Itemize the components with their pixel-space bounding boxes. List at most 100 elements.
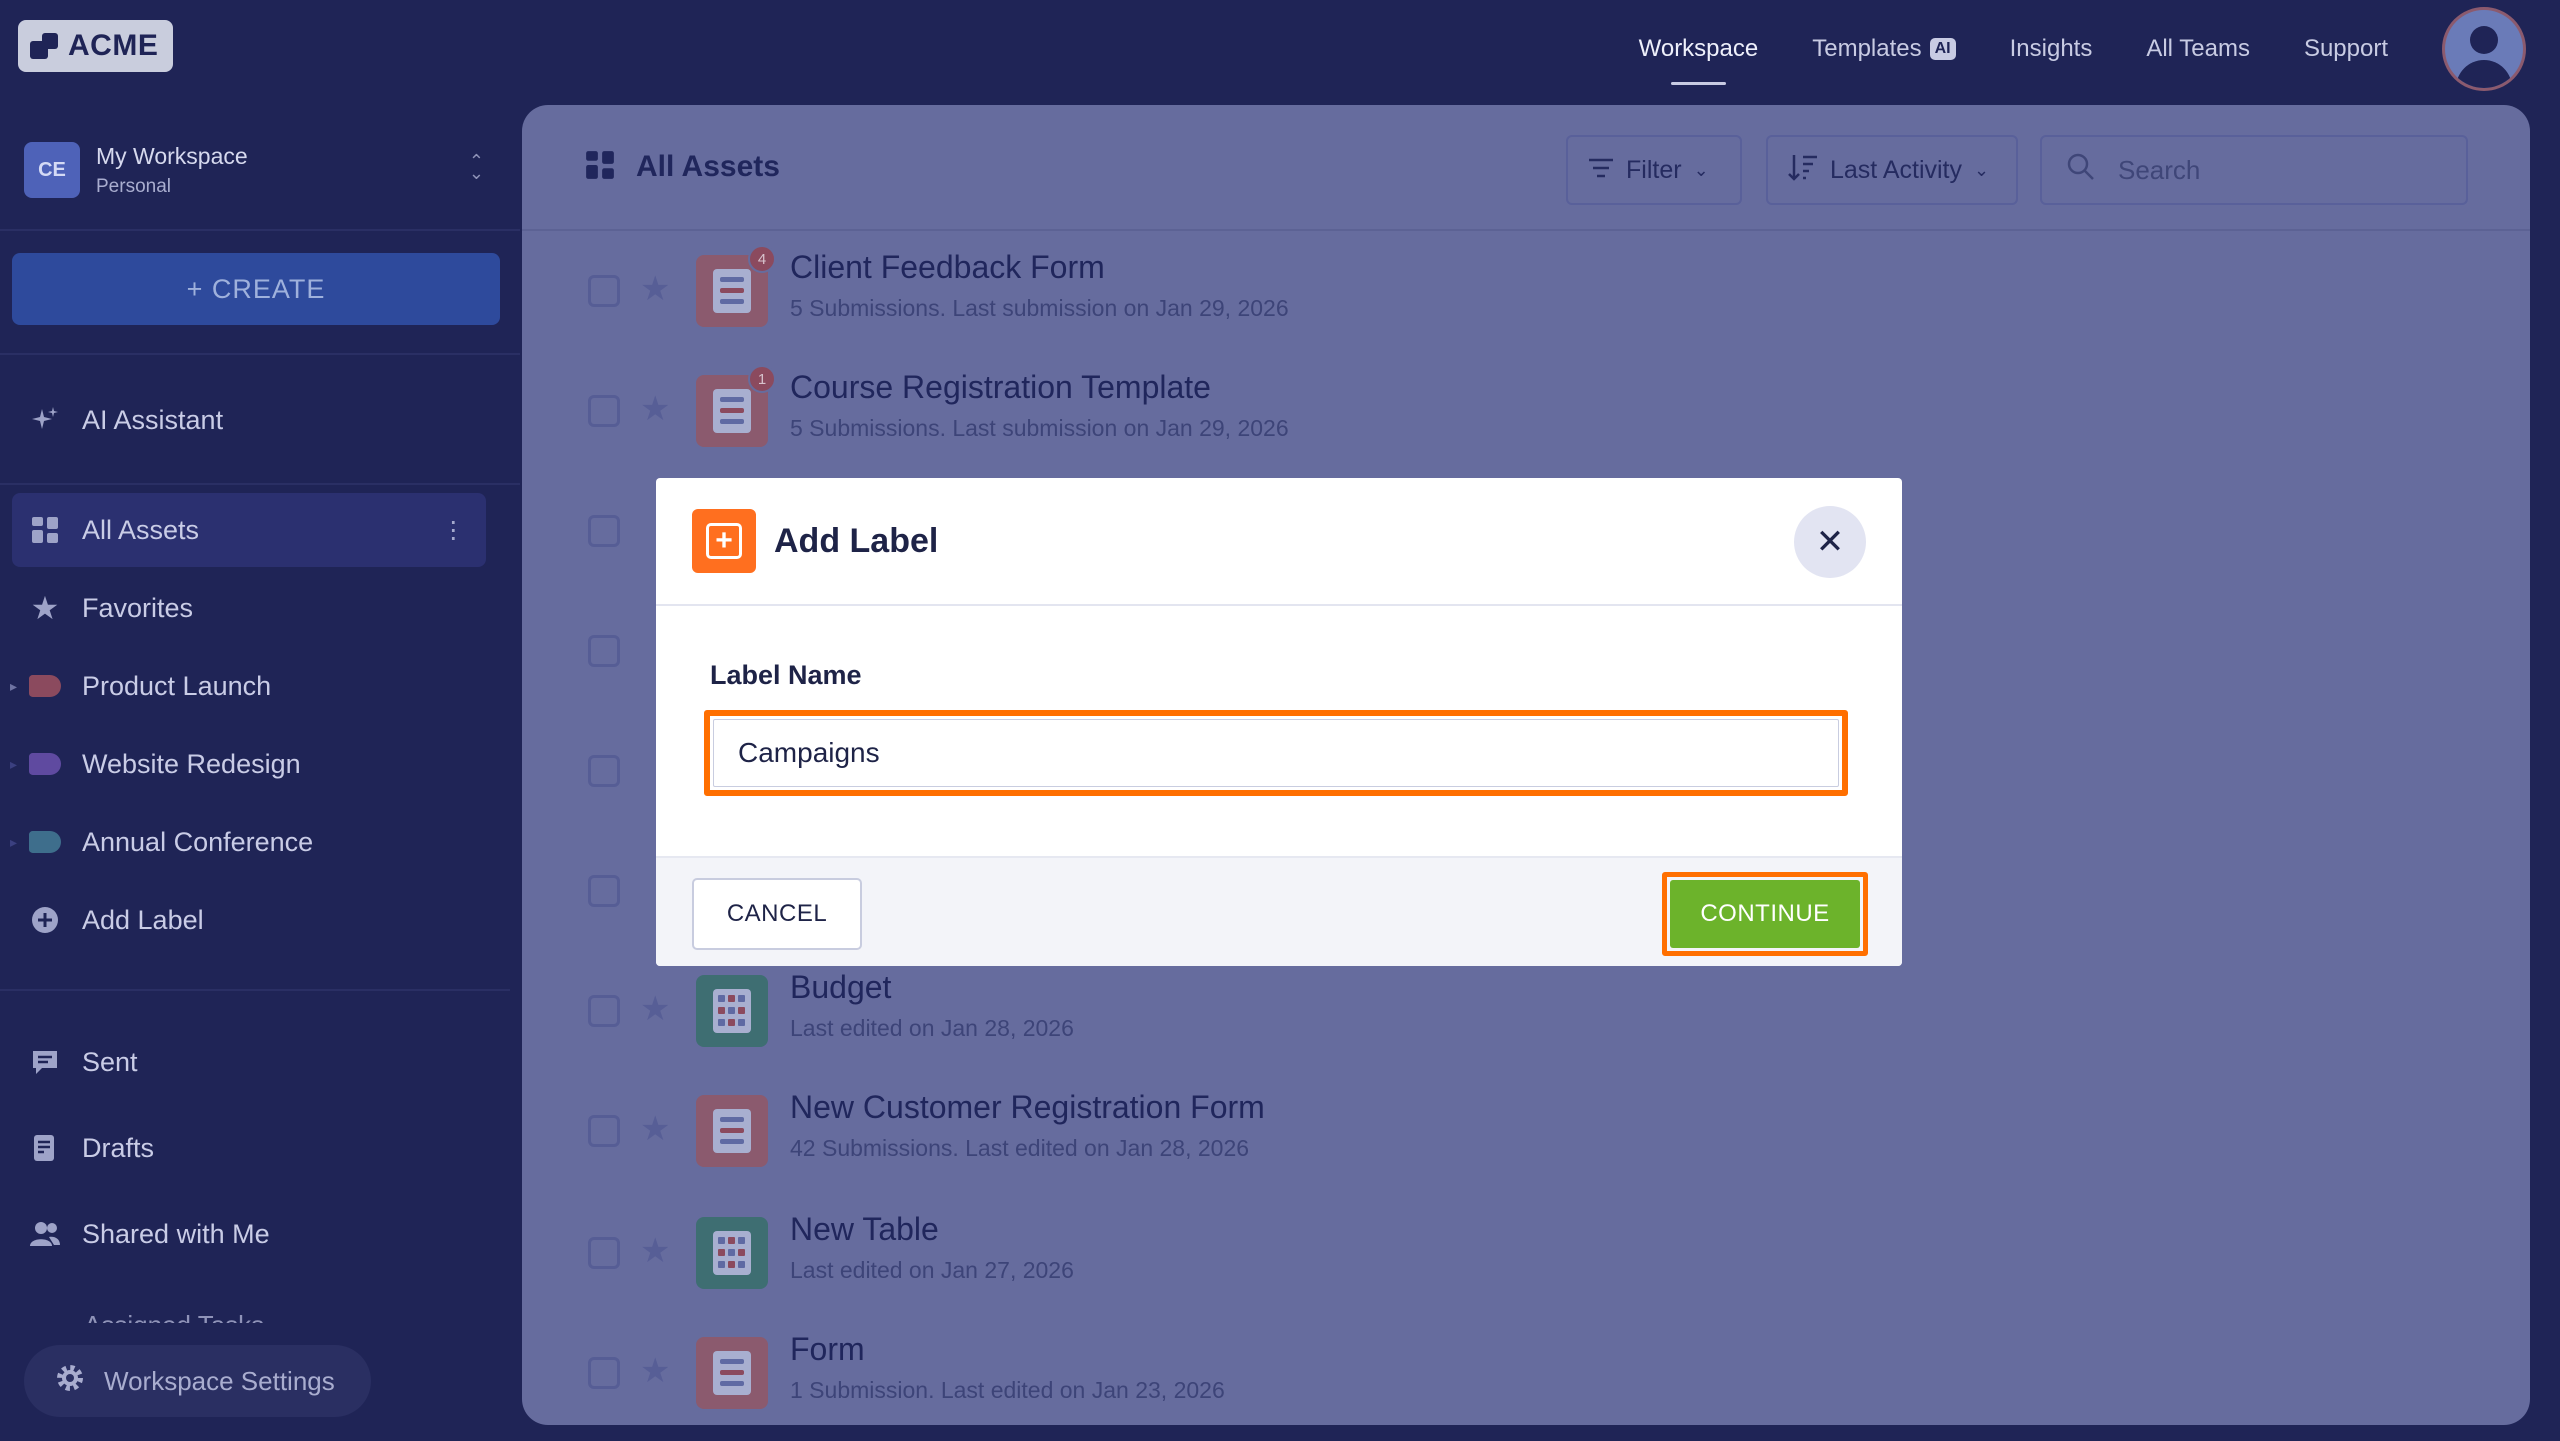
sidebar-item-assigned-tasks[interactable]: Assigned Tasks (84, 1303, 264, 1323)
users-icon (28, 1217, 62, 1251)
continue-button[interactable]: CONTINUE (1670, 880, 1860, 948)
workspace-settings-label: Workspace Settings (104, 1365, 335, 1396)
sidebar-item-label: Shared with Me (82, 1218, 270, 1249)
favorite-star-icon[interactable]: ★ (640, 269, 670, 309)
row-checkbox[interactable] (588, 1237, 620, 1269)
favorite-star-icon[interactable]: ★ (640, 989, 670, 1029)
row-checkbox[interactable] (588, 995, 620, 1027)
asset-title[interactable]: Budget (790, 969, 891, 1006)
asset-title[interactable]: Form (790, 1331, 865, 1368)
tag-icon (28, 669, 62, 703)
asset-title[interactable]: New Customer Registration Form (790, 1089, 1265, 1126)
asset-row[interactable]: ★ 4 Client Feedback Form 5 Submissions. … (522, 231, 2530, 351)
caret-right-icon[interactable]: ▸ (10, 678, 17, 695)
asset-meta: 5 Submissions. Last submission on Jan 29… (790, 415, 1289, 441)
nav-support[interactable]: Support (2304, 35, 2388, 63)
caret-right-icon[interactable]: ▸ (10, 834, 17, 851)
user-avatar[interactable] (2442, 7, 2526, 91)
continue-highlight: CONTINUE (1662, 872, 1868, 956)
filter-icon (1588, 156, 1614, 185)
sidebar-item-label: Sent (82, 1046, 138, 1077)
asset-meta: 42 Submissions. Last edited on Jan 28, 2… (790, 1135, 1250, 1161)
divider (0, 989, 510, 991)
ai-assistant-label: AI Assistant (82, 404, 224, 435)
divider (0, 483, 520, 485)
form-icon (696, 1337, 768, 1409)
sidebar-item-product-launch[interactable]: ▸ Product Launch (10, 649, 486, 723)
chevron-down-icon: ⌄ (1974, 159, 1990, 180)
workspace-badge: CE (24, 142, 80, 198)
tag-icon (28, 747, 62, 781)
sidebar: CE My Workspace Personal ⌃ ⌄ + CREATE AI … (0, 105, 520, 1441)
notification-badge: 4 (748, 245, 776, 273)
asset-row[interactable]: ★ New Table Last edited on Jan 27, 2026 (522, 1193, 2530, 1313)
top-navigation: Workspace Templates AI Insights All Team… (1639, 0, 2560, 98)
grid-icon (584, 149, 616, 186)
asset-row[interactable]: ★ Budget Last edited on Jan 28, 2026 (522, 951, 2530, 1071)
row-checkbox[interactable] (588, 635, 620, 667)
divider (0, 353, 520, 355)
sort-label: Last Activity (1830, 155, 1962, 184)
acme-logo[interactable]: ACME (18, 20, 173, 72)
cancel-button[interactable]: CANCEL (692, 878, 862, 950)
sidebar-item-website-redesign[interactable]: ▸ Website Redesign (10, 727, 486, 801)
workspace-name: My Workspace (96, 142, 248, 169)
workspace-settings-button[interactable]: Workspace Settings (24, 1345, 371, 1417)
star-icon: ★ (30, 590, 60, 626)
favorite-star-icon[interactable]: ★ (640, 1231, 670, 1271)
asset-title[interactable]: Client Feedback Form (790, 249, 1105, 286)
sidebar-item-all-assets[interactable]: All Assets · · · (12, 493, 486, 567)
row-checkbox[interactable] (588, 875, 620, 907)
favorite-star-icon[interactable]: ★ (640, 1109, 670, 1149)
table-icon (696, 975, 768, 1047)
sidebar-item-annual-conference[interactable]: ▸ Annual Conference (10, 805, 486, 879)
sidebar-item-shared-with-me[interactable]: Shared with Me (12, 1197, 486, 1271)
ai-assistant[interactable]: AI Assistant (12, 383, 486, 457)
nav-templates-label: Templates (1812, 35, 1922, 62)
logo-text: ACME (68, 29, 159, 62)
create-button[interactable]: + CREATE (12, 253, 500, 325)
sidebar-item-add-label[interactable]: Add Label (12, 883, 486, 957)
kebab-menu-icon[interactable]: · · · (449, 507, 458, 551)
add-label-icon: + (692, 509, 756, 573)
nav-workspace[interactable]: Workspace (1639, 35, 1758, 85)
label-name-input[interactable] (713, 719, 1839, 787)
row-checkbox[interactable] (588, 395, 620, 427)
tag-swatch (29, 753, 61, 775)
asset-title[interactable]: New Table (790, 1211, 939, 1248)
ai-badge: AI (1929, 38, 1956, 60)
nav-templates[interactable]: Templates AI (1812, 35, 1956, 63)
main-header: All Assets Filter ⌄ Last Activity ⌄ Sear… (522, 105, 2530, 231)
nav-insights[interactable]: Insights (2010, 35, 2093, 63)
row-checkbox[interactable] (588, 1357, 620, 1389)
row-checkbox[interactable] (588, 755, 620, 787)
sidebar-item-favorites[interactable]: ★ Favorites (12, 571, 486, 645)
asset-row[interactable]: ★ Form 1 Submission. Last edited on Jan … (522, 1313, 2530, 1425)
asset-row[interactable]: ★ 1 Course Registration Template 5 Submi… (522, 351, 2530, 471)
favorite-star-icon[interactable]: ★ (640, 389, 670, 429)
sidebar-item-label: Product Launch (82, 670, 272, 701)
search-input[interactable]: Search (2040, 135, 2468, 205)
nav-all-teams[interactable]: All Teams (2146, 35, 2250, 63)
asset-title[interactable]: Course Registration Template (790, 369, 1211, 406)
sidebar-item-label: Add Label (82, 904, 204, 935)
sort-button[interactable]: Last Activity ⌄ (1766, 135, 2018, 205)
close-icon[interactable]: ✕ (1794, 506, 1866, 578)
workspace-type: Personal (96, 175, 171, 197)
caret-right-icon[interactable]: ▸ (10, 756, 17, 773)
row-checkbox[interactable] (588, 515, 620, 547)
asset-meta: Last edited on Jan 28, 2026 (790, 1015, 1074, 1041)
dialog-title: Add Label (774, 521, 939, 560)
table-icon (696, 1217, 768, 1289)
favorite-star-icon[interactable]: ★ (640, 1351, 670, 1391)
row-checkbox[interactable] (588, 275, 620, 307)
tag-swatch (29, 831, 61, 853)
filter-button[interactable]: Filter ⌄ (1566, 135, 1742, 205)
workspace-switcher[interactable]: CE My Workspace Personal ⌃ ⌄ (24, 137, 484, 203)
sidebar-item-sent[interactable]: Sent (12, 1025, 486, 1099)
filter-label: Filter (1626, 155, 1682, 184)
sidebar-item-drafts[interactable]: Drafts (12, 1111, 486, 1185)
row-checkbox[interactable] (588, 1115, 620, 1147)
sort-icon (1788, 153, 1818, 188)
asset-row[interactable]: ★ New Customer Registration Form 42 Subm… (522, 1071, 2530, 1191)
